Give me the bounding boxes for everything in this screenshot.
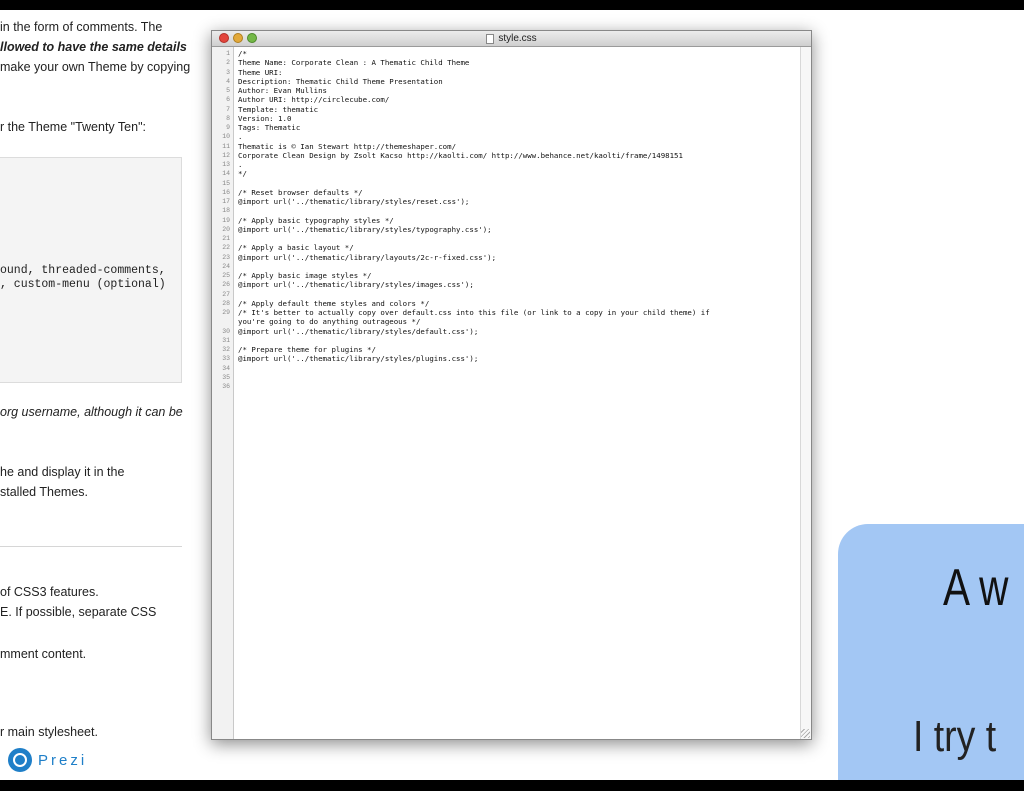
code-text-area[interactable]: /* Theme Name: Corporate Clean : A Themat… [238, 47, 798, 739]
code-line: you're going to do anything outrageous *… [238, 317, 421, 327]
code-line: Version: 1.0 [238, 113, 292, 123]
line-number: 5 [226, 87, 230, 94]
line-number: 31 [222, 336, 230, 344]
code-line: @import url('../thematic/library/styles/… [238, 280, 474, 290]
window-title: style.css [498, 33, 537, 44]
resize-grip-icon[interactable] [801, 729, 810, 738]
code-line: Corporate Clean Design by Zsolt Kacso ht… [238, 150, 683, 160]
code-line: Tags: Thematic [238, 123, 301, 132]
code-line: Author URI: http://circlecube.com/ [238, 95, 390, 105]
line-number: 9 [226, 124, 230, 131]
code-line: @import url('../thematic/library/layouts… [238, 252, 497, 262]
document-text-line: r main stylesheet. [0, 725, 98, 739]
top-letterbox [0, 0, 1024, 10]
code-sample-line: , custom-menu (optional) [0, 278, 166, 291]
line-number: 32 [222, 346, 230, 353]
card-title: A w [943, 559, 1009, 617]
code-line: /* Apply a basic layout */ [238, 243, 354, 253]
line-number: 12 [222, 151, 230, 159]
line-number: 6 [226, 96, 230, 104]
document-text-line: llowed to have the same details [0, 40, 187, 54]
document-text-line: make your own Theme by copying [0, 60, 191, 74]
line-number: 22 [222, 244, 230, 252]
code-sample-line: ound, threaded-comments, [0, 264, 166, 277]
line-number: 3 [226, 68, 230, 76]
code-line: /* It's better to actually copy over def… [238, 308, 710, 317]
document-text-line: r the Theme "Twenty Ten": [0, 120, 146, 134]
card-subtitle: I try t [913, 712, 997, 761]
document-icon [486, 33, 495, 44]
slide-card: A w I try t [838, 524, 1024, 780]
line-number: 27 [222, 290, 230, 298]
bottom-letterbox [0, 780, 1024, 791]
code-line: /* Prepare theme for plugins */ [238, 345, 376, 354]
document-text-line: stalled Themes. [0, 485, 89, 499]
code-line: /* Reset browser defaults */ [238, 187, 363, 197]
code-line: Thematic is © Ian Stewart http://themesh… [238, 141, 457, 151]
window-titlebar[interactable]: style.css [212, 31, 811, 47]
document-text-line: org username, although it can be [0, 405, 183, 419]
editor-window: style.css 1 2 3 4 5 6 7 8 9 10 11 12 13 14 15 16 17 18 19 2… [211, 30, 812, 740]
line-number: 19 [222, 216, 230, 224]
line-number: 10 [222, 133, 230, 141]
code-line: /* Apply default theme styles and colors… [238, 298, 430, 308]
document-text-line: of CSS3 features. [0, 585, 99, 599]
code-line: Theme Name: Corporate Clean : A Thematic… [238, 58, 470, 68]
line-number: 1 [226, 50, 230, 57]
document-text-line: mment content. [0, 647, 87, 661]
line-number: 8 [226, 114, 230, 122]
code-line: @import url('../thematic/library/styles/… [238, 326, 479, 336]
code-line: Theme URI: [238, 67, 283, 77]
line-number: 18 [222, 207, 230, 215]
line-number: 25 [222, 272, 230, 279]
background-document: in the form of comments. The llowed to ha… [0, 10, 200, 780]
line-number: 2 [226, 59, 230, 67]
code-line: Template: thematic [238, 104, 319, 114]
slide: in the form of comments. The llowed to ha… [0, 10, 1024, 780]
line-number: 36 [222, 383, 230, 390]
code-line: */ [238, 169, 247, 179]
document-text-line: in the form of comments. The [0, 20, 163, 34]
line-number-gutter: 1 2 3 4 5 6 7 8 9 10 11 12 13 14 15 16 17 18 19 20 21 22 23 24 2… [212, 47, 234, 739]
code-line: /* Apply basic typography styles */ [238, 215, 394, 225]
divider [0, 546, 182, 547]
code-line: Description: Thematic Child Theme Presen… [238, 76, 443, 86]
line-number: 28 [222, 299, 230, 307]
line-number: 34 [222, 364, 230, 372]
line-number: 16 [222, 188, 230, 196]
line-number: 15 [222, 179, 230, 187]
code-line: . [238, 160, 243, 169]
line-number: 30 [222, 327, 230, 335]
line-number: 13 [222, 161, 230, 168]
line-number: 35 [222, 373, 230, 381]
document-text-line: he and display it in the [0, 465, 125, 479]
line-number: 17 [222, 198, 230, 205]
code-line: @import url('../thematic/library/styles/… [238, 354, 479, 364]
prezi-logo-icon [8, 748, 32, 772]
code-sample-box: ound, threaded-comments,, custom-menu (o… [0, 157, 182, 383]
line-number: 24 [222, 262, 230, 270]
line-number: 7 [226, 105, 230, 113]
line-number: 20 [222, 225, 230, 233]
code-line: @import url('../thematic/library/styles/… [238, 197, 470, 206]
prezi-branding: Prezi [8, 747, 87, 773]
code-line: /* [238, 49, 247, 58]
code-line: . [238, 132, 243, 142]
code-line: Author: Evan Mullins [238, 86, 327, 95]
line-number: 23 [222, 253, 230, 261]
line-number: 14 [222, 170, 230, 178]
document-text-line: E. If possible, separate CSS [0, 605, 157, 619]
line-number: 26 [222, 281, 230, 289]
code-line: @import url('../thematic/library/styles/… [238, 224, 492, 234]
line-number: 4 [226, 77, 230, 85]
vertical-scrollbar[interactable] [800, 47, 811, 739]
code-line: /* Apply basic image styles */ [238, 271, 372, 280]
line-number: 21 [222, 235, 230, 242]
line-number: 29 [222, 309, 230, 316]
prezi-label: Prezi [38, 751, 88, 769]
line-number: 11 [222, 142, 230, 150]
line-number: 33 [222, 355, 230, 363]
